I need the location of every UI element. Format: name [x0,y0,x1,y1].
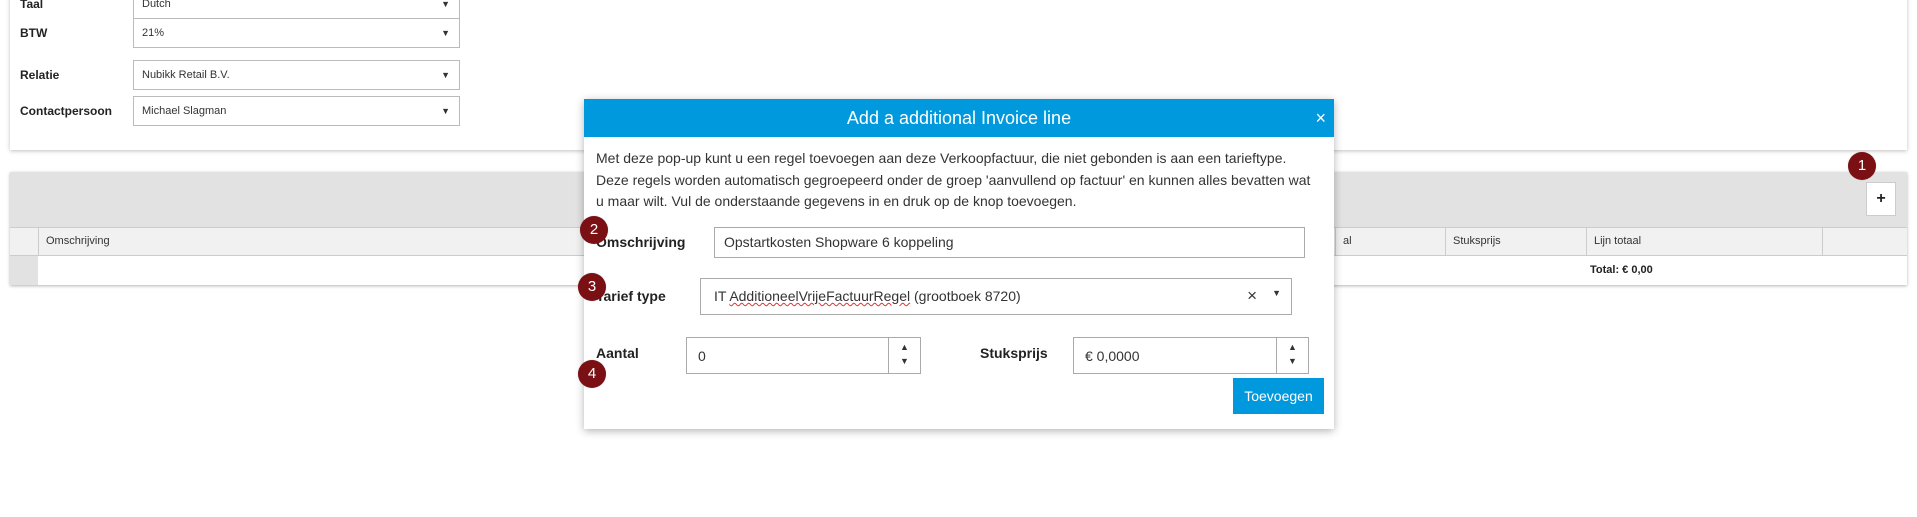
column-header-actions [1822,228,1907,255]
stuksprijs-spinner[interactable]: ▲ ▼ [1276,338,1308,373]
setting-row-btw: BTW 21% ▼ [20,17,460,49]
omschrijving-input[interactable]: Opstartkosten Shopware 6 koppeling [714,227,1305,258]
setting-row-contactpersoon: Contactpersoon Michael Slagman ▼ [20,95,460,127]
caret-down-icon[interactable]: ▼ [1272,288,1281,298]
stuksprijs-value: € 0,0000 [1085,348,1140,364]
relatie-select[interactable]: Nubikk Retail B.V. ▼ [133,60,460,90]
setting-label: BTW [20,26,48,40]
marker-3: 3 [578,273,606,301]
setting-label: Taal [20,0,44,11]
spin-up-icon[interactable]: ▲ [900,342,909,352]
select-value: Dutch [142,0,171,10]
aantal-spinner[interactable]: ▲ ▼ [888,338,920,373]
marker-4: 4 [578,360,606,388]
stuksprijs-label: Stuksprijs [980,345,1048,361]
contactpersoon-select[interactable]: Michael Slagman ▼ [133,96,460,126]
column-header-stuksprijs: Stuksprijs [1445,228,1586,255]
tarief-type-select[interactable]: IT AdditioneelVrijeFactuurRegel (grootbo… [700,278,1292,315]
tarief-type-value-suffix: (grootboek 8720) [910,288,1021,304]
setting-label: Relatie [20,68,60,82]
select-value: 21% [142,27,165,39]
caret-down-icon: ▼ [441,0,450,9]
clear-icon[interactable]: × [1247,286,1257,306]
modal-header: Add a additional Invoice line × [584,99,1334,137]
aantal-input[interactable]: 0 ▲ ▼ [686,337,921,374]
add-line-button[interactable]: + [1866,182,1896,216]
spin-up-icon[interactable]: ▲ [1288,342,1297,352]
select-value: Michael Slagman [142,105,227,117]
omschrijving-label: Omschrijving [596,234,686,250]
caret-down-icon: ▼ [441,28,450,38]
tarief-type-value-prefix: IT [714,288,730,304]
column-header-blank [10,228,38,255]
spin-down-icon[interactable]: ▼ [1288,356,1297,366]
additional-invoice-line-modal: Add a additional Invoice line × Met deze… [584,99,1334,429]
caret-down-icon: ▼ [441,106,450,116]
column-header-lijn-totaal: Lijn totaal [1586,228,1822,255]
tarief-type-label: Tarief type [596,288,666,304]
setting-row-relatie: Relatie Nubikk Retail B.V. ▼ [20,59,460,91]
caret-down-icon: ▼ [441,70,450,80]
total-amount: Total: € 0,00 [1590,264,1653,276]
close-icon[interactable]: × [1315,99,1326,137]
column-header-aantal: al [1335,228,1445,255]
btw-select[interactable]: 21% ▼ [133,18,460,48]
aantal-value: 0 [698,348,706,364]
toevoegen-button[interactable]: Toevoegen [1233,378,1324,414]
tarief-type-value: IT AdditioneelVrijeFactuurRegel (grootbo… [714,288,1021,304]
modal-title: Add a additional Invoice line [846,108,1072,128]
aantal-label: Aantal [596,345,639,361]
marker-1: 1 [1848,152,1876,180]
spin-down-icon[interactable]: ▼ [900,356,909,366]
marker-2: 2 [580,216,608,244]
select-value: Nubikk Retail B.V. [142,69,230,81]
tarief-type-value-main: AdditioneelVrijeFactuurRegel [729,288,911,304]
stuksprijs-input[interactable]: € 0,0000 ▲ ▼ [1073,337,1309,374]
setting-label: Contactpersoon [20,104,113,118]
modal-description: Met deze pop-up kunt u een regel toevoeg… [596,150,1311,209]
